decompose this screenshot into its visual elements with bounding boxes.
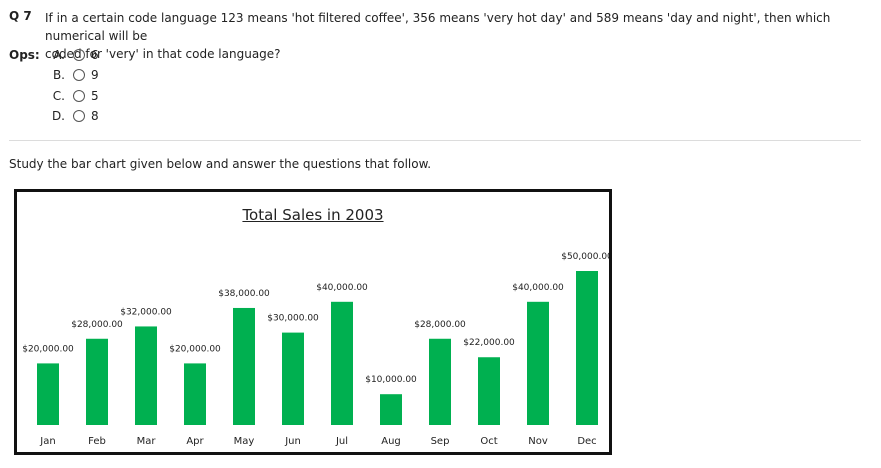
bar-dec	[576, 271, 598, 425]
tick-label-apr: Apr	[186, 436, 204, 447]
data-label-jan: $20,000.00	[22, 344, 74, 354]
data-label-apr: $20,000.00	[169, 344, 221, 354]
data-label-mar: $32,000.00	[120, 307, 172, 317]
bar-may	[233, 307, 255, 425]
bar-jun	[282, 332, 304, 425]
bar-jan	[37, 363, 59, 425]
data-label-dec: $50,000.00	[561, 252, 609, 262]
tick-label-jul: Jul	[335, 436, 348, 447]
chart-plot-area: $20,000.00 Jan $28,000.00 Feb $32,000.00 Mar $…	[22, 252, 609, 447]
option-c-row[interactable]: C. 5	[9, 86, 99, 105]
question-text: If in a certain code language 123 means …	[45, 9, 873, 63]
bar-aug	[380, 394, 402, 425]
ops-label: Ops:	[9, 47, 40, 62]
option-letter: C.	[52, 88, 65, 103]
tick-label-nov: Nov	[528, 436, 548, 447]
option-a-row[interactable]: Ops: A. 6	[9, 45, 99, 64]
tick-label-feb: Feb	[88, 436, 106, 447]
tick-label-jan: Jan	[39, 436, 55, 447]
tick-label-aug: Aug	[381, 436, 401, 447]
option-value: 5	[91, 88, 99, 103]
tick-label-oct: Oct	[480, 436, 497, 447]
question-text-line-1: If in a certain code language 123 means …	[45, 11, 831, 43]
data-label-nov: $40,000.00	[512, 283, 564, 293]
bar-feb	[86, 338, 108, 425]
option-b-radio[interactable]	[73, 68, 85, 81]
bar-chart: Total Sales in 2003 $20,000.00 Jan $28,000…	[14, 189, 612, 455]
tick-label-mar: Mar	[137, 436, 157, 447]
data-label-sep: $28,000.00	[414, 320, 466, 330]
section-divider	[9, 140, 861, 141]
option-value: 9	[91, 67, 99, 82]
option-letter: D.	[51, 108, 65, 123]
question-header: Q 7 If in a certain code language 123 me…	[9, 9, 873, 63]
data-label-aug: $10,000.00	[365, 375, 417, 385]
option-letter: A.	[53, 47, 65, 62]
bar-mar	[135, 326, 157, 425]
data-label-feb: $28,000.00	[71, 320, 123, 330]
bar-sep	[429, 338, 451, 425]
instruction-text: Study the bar chart given below and answ…	[9, 157, 432, 171]
data-label-jul: $40,000.00	[316, 283, 368, 293]
tick-label-may: May	[234, 436, 255, 447]
data-label-jun: $30,000.00	[267, 314, 319, 324]
bar-nov	[527, 301, 549, 425]
option-value: 6	[91, 47, 99, 62]
option-letter: B.	[52, 67, 65, 82]
option-d-row[interactable]: D. 8	[9, 106, 99, 125]
option-d-radio[interactable]	[73, 109, 85, 122]
bar-oct	[478, 357, 500, 425]
tick-label-dec: Dec	[577, 436, 596, 447]
bar-apr	[184, 363, 206, 425]
question-text-line-2: coded for 'very' in that code language?	[45, 47, 281, 61]
option-value: 8	[91, 108, 99, 123]
bar-jul	[331, 301, 353, 425]
tick-label-jun: Jun	[284, 436, 301, 447]
data-label-oct: $22,000.00	[463, 338, 515, 348]
option-c-radio[interactable]	[73, 89, 85, 102]
option-a-radio[interactable]	[73, 48, 85, 61]
option-b-row[interactable]: B. 9	[9, 65, 99, 84]
tick-label-sep: Sep	[431, 436, 450, 447]
data-label-may: $38,000.00	[218, 289, 270, 299]
